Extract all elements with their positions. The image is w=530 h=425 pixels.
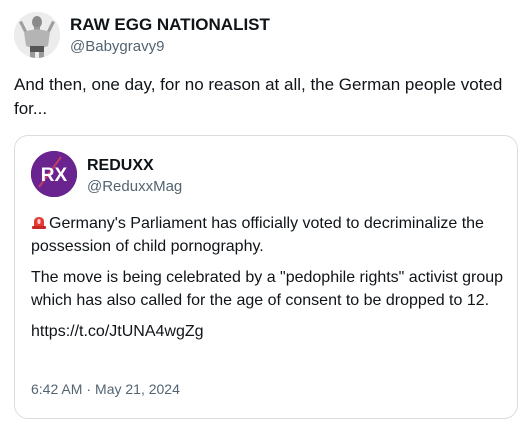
reduxx-logo-icon: RX (31, 151, 77, 197)
author-handle[interactable]: @Babygravy9 (70, 37, 270, 57)
timestamp-date: May 21, 2024 (95, 381, 180, 397)
quoted-author-handle[interactable]: @ReduxxMag (87, 177, 182, 197)
author-avatar[interactable] (14, 12, 60, 58)
author-name[interactable]: RAW EGG NATIONALIST (70, 14, 270, 36)
quoted-tweet-body: Germany's Parliament has officially vote… (31, 212, 511, 351)
muscleman-avatar-image (14, 12, 60, 58)
quoted-author-avatar[interactable]: RX (31, 151, 77, 197)
quoted-tweet[interactable]: RX REDUXX @ReduxxMag Germany's Parliamen… (14, 135, 518, 419)
quoted-author-name[interactable]: REDUXX (87, 155, 182, 176)
quoted-timestamp[interactable]: 6:42 AM · May 21, 2024 (31, 380, 180, 398)
timestamp-separator: · (86, 381, 92, 397)
rotating-light-icon (31, 214, 47, 230)
timestamp-time: 6:42 AM (31, 381, 83, 397)
tweet-text: And then, one day, for no reason at all,… (14, 75, 503, 118)
quoted-link[interactable]: https://t.co/JtUNA4wgZg (31, 323, 204, 340)
logo-text: RX (41, 165, 68, 186)
quoted-author-block: REDUXX @ReduxxMag (87, 155, 182, 197)
tweet-card: RAW EGG NATIONALIST @Babygravy9 And then… (0, 0, 530, 425)
quoted-paragraph-1-text: Germany's Parliament has officially vote… (31, 215, 484, 255)
author-block: RAW EGG NATIONALIST @Babygravy9 (70, 14, 270, 57)
quoted-paragraph-1: Germany's Parliament has officially vote… (31, 212, 511, 258)
quoted-paragraph-2: The move is being celebrated by a "pedop… (31, 269, 504, 309)
